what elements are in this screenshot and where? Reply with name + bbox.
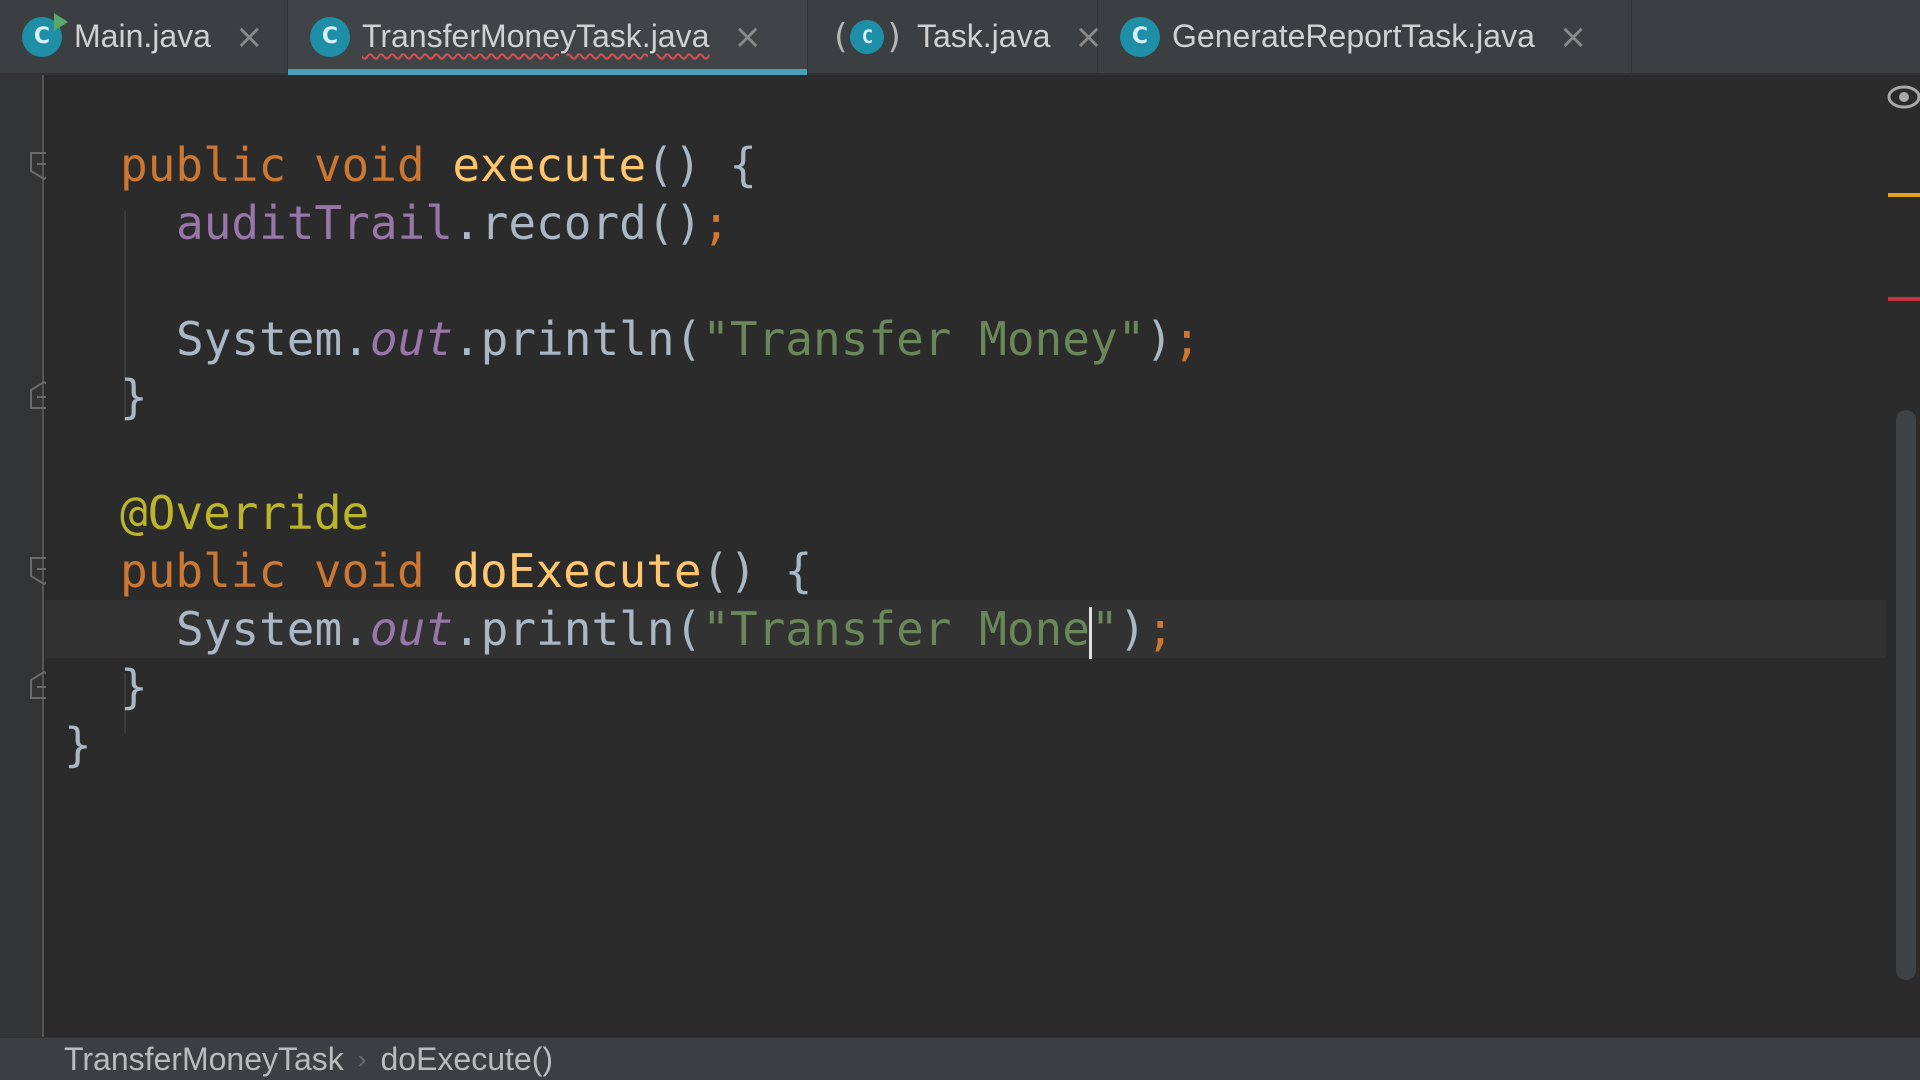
- code-editor[interactable]: public void execute() { auditTrail.recor…: [46, 75, 1886, 1037]
- code-line[interactable]: }: [46, 716, 1886, 774]
- editor-gutter[interactable]: [0, 75, 58, 1037]
- close-icon[interactable]: ×: [733, 20, 762, 54]
- code-line[interactable]: @Override: [46, 484, 1886, 542]
- code-line[interactable]: auditTrail.record();: [46, 194, 1886, 252]
- breadcrumb-class[interactable]: TransferMoneyTask: [64, 1041, 344, 1078]
- warning-marker[interactable]: [1888, 193, 1920, 197]
- tab-label: Task.java: [916, 18, 1051, 54]
- java-abstract-class-icon: (C): [830, 16, 905, 57]
- code-line[interactable]: }: [46, 658, 1886, 716]
- tab-task-java[interactable]: (C) Task.java ×: [808, 0, 1103, 73]
- tab-label: GenerateReportTask.java: [1172, 18, 1535, 54]
- breadcrumb: TransferMoneyTask › doExecute(): [0, 1037, 1920, 1080]
- java-class-icon: C: [1120, 16, 1160, 57]
- breadcrumb-method[interactable]: doExecute(): [380, 1041, 553, 1078]
- java-class-icon: C: [310, 16, 350, 57]
- close-icon[interactable]: ×: [235, 20, 264, 54]
- editor-tab-bar: C Main.java × C TransferMoneyTask.java ×…: [0, 0, 1920, 75]
- code-line[interactable]: }: [46, 368, 1886, 426]
- tab-main-java[interactable]: C Main.java ×: [0, 0, 288, 73]
- tab-transfermoneytask-java[interactable]: C TransferMoneyTask.java ×: [288, 0, 808, 75]
- breadcrumb-separator: ›: [357, 1043, 367, 1074]
- tab-label: TransferMoneyTask.java: [362, 18, 710, 54]
- vertical-scrollbar[interactable]: [1896, 410, 1916, 980]
- code-line[interactable]: public void execute() {: [46, 136, 1886, 194]
- code-line[interactable]: System.out.println("Transfer Money");: [46, 310, 1886, 368]
- eye-icon[interactable]: [1884, 82, 1920, 112]
- error-marker[interactable]: [1888, 297, 1920, 301]
- close-icon[interactable]: ×: [1559, 20, 1588, 54]
- code-line[interactable]: public void doExecute() {: [46, 542, 1886, 600]
- tab-generatereporttask-java[interactable]: C GenerateReportTask.java ×: [1098, 0, 1632, 73]
- code-line-current[interactable]: System.out.println("Transfer Mone");: [46, 600, 1886, 659]
- tab-label: Main.java: [74, 18, 211, 54]
- java-class-runnable-icon: C: [22, 12, 68, 57]
